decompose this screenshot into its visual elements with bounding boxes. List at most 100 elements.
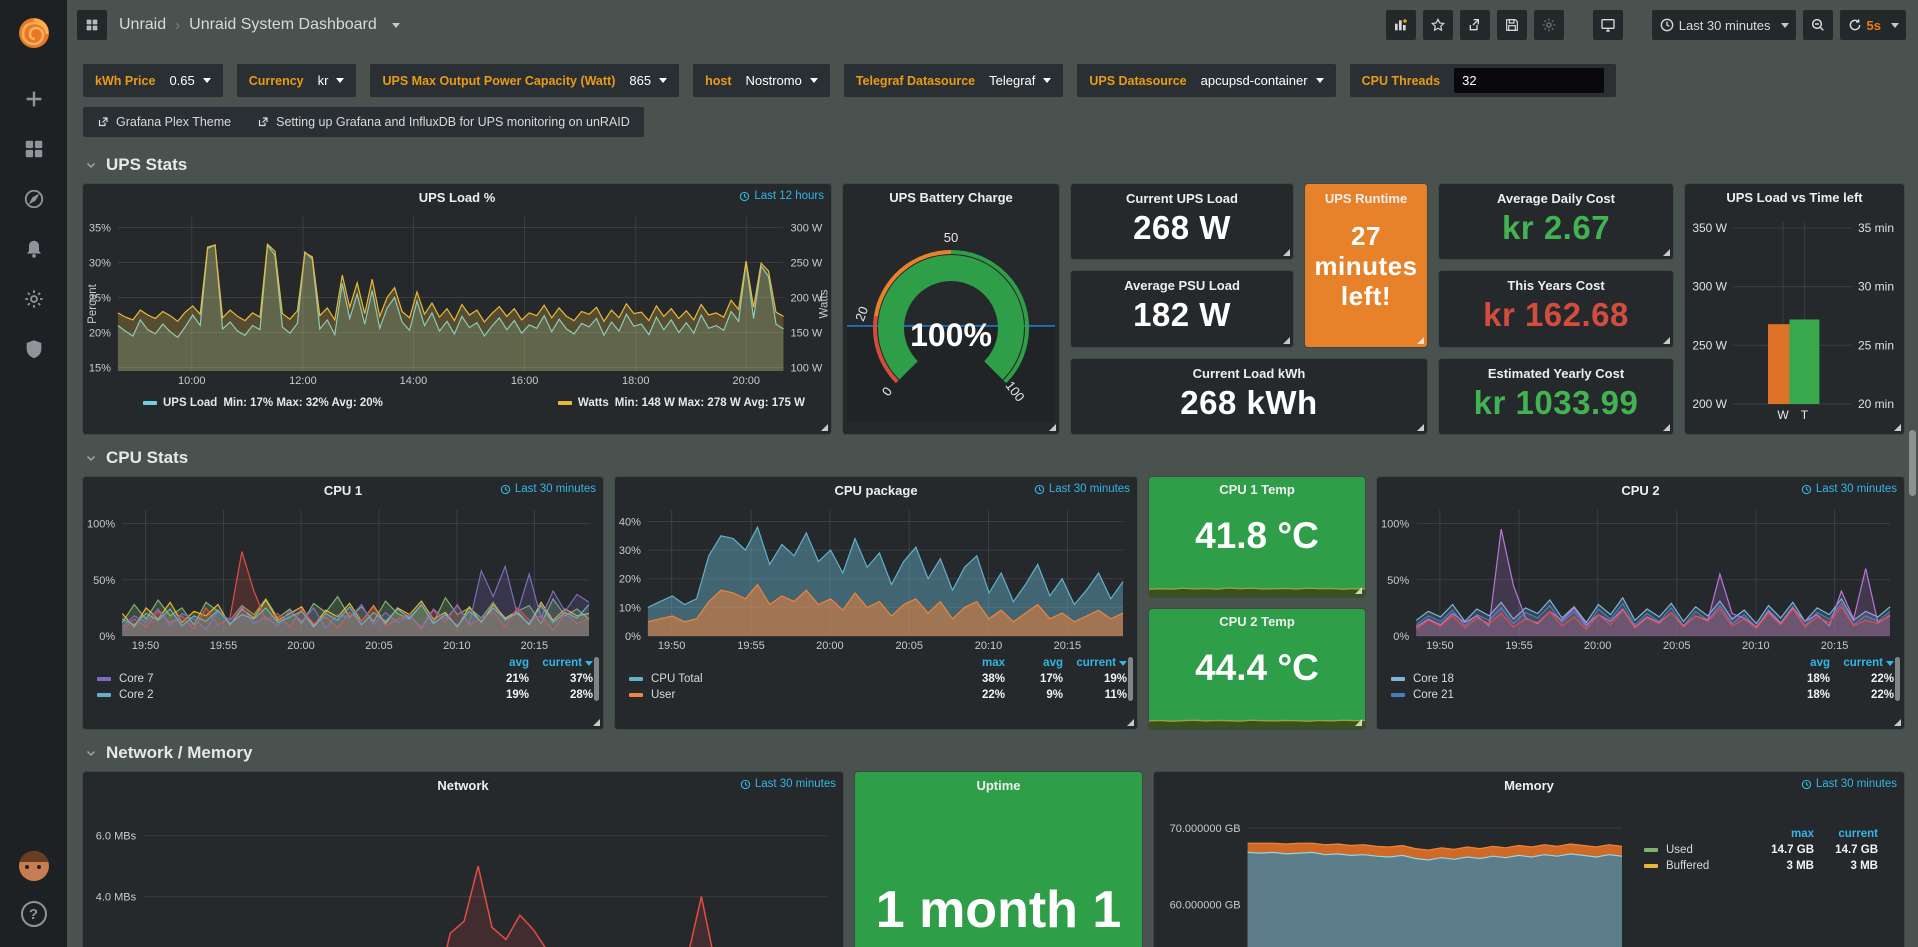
panel-title[interactable]: Estimated Yearly Cost xyxy=(1488,366,1624,381)
legend-series[interactable]: Core 2 xyxy=(97,689,471,701)
svg-text:100 W: 100 W xyxy=(791,363,823,375)
panel-time-override[interactable]: Last 30 minutes xyxy=(1801,778,1897,790)
panel-ups-runtime: UPS Runtime 27 minutes left! xyxy=(1305,184,1427,347)
legend-series[interactable]: Core 7 xyxy=(97,673,471,685)
section-header-network-memory[interactable]: Network / Memory xyxy=(85,743,1904,763)
create-plus-icon[interactable] xyxy=(14,79,54,119)
panel-time-override[interactable]: Last 30 minutes xyxy=(1801,483,1897,495)
panel-title[interactable]: This Years Cost xyxy=(1507,278,1604,293)
legend-col-avg[interactable]: avg xyxy=(1005,657,1063,669)
legend-col-current[interactable]: current xyxy=(1814,828,1878,840)
stat-value: 41.8 °C xyxy=(1149,515,1365,557)
link-ups-monitoring-guide[interactable]: Setting up Grafana and InfluxDB for UPS … xyxy=(257,115,630,129)
panel-title[interactable]: CPU package xyxy=(834,483,917,498)
panel-title[interactable]: UPS Load % xyxy=(419,190,496,205)
cpu-package-chart[interactable]: 19:5019:5520:0020:0520:1020:1540%30%20%1… xyxy=(617,505,1131,653)
legend-col-current[interactable]: current xyxy=(1830,657,1894,669)
admin-shield-icon[interactable] xyxy=(14,329,54,369)
legend-scrollbar[interactable] xyxy=(594,657,599,701)
legend-col-current[interactable]: current xyxy=(1063,657,1127,669)
zoom-out-button[interactable] xyxy=(1803,10,1833,40)
add-panel-button[interactable] xyxy=(1386,10,1416,40)
load-vs-time-bar-chart[interactable]: 350 W35 min300 W30 min250 W25 min200 W20… xyxy=(1687,212,1902,424)
cpu2-chart[interactable]: 19:5019:5520:0020:0520:1020:15100%50%0% xyxy=(1379,505,1898,653)
legend-col-avg[interactable]: avg xyxy=(1772,657,1830,669)
user-avatar[interactable] xyxy=(19,851,49,881)
dashboard-settings-button[interactable] xyxy=(1534,10,1564,40)
panel-title[interactable]: Memory xyxy=(1504,778,1554,793)
legend-col-avg[interactable]: avg xyxy=(471,657,529,669)
cycle-view-monitor-button[interactable] xyxy=(1593,10,1623,40)
dashboard-icon[interactable] xyxy=(77,10,107,40)
legend-col-max[interactable]: max xyxy=(947,657,1005,669)
svg-text:0%: 0% xyxy=(99,631,115,643)
panel-title[interactable]: Current Load kWh xyxy=(1193,366,1306,381)
panel-time-override[interactable]: Last 30 minutes xyxy=(500,483,596,495)
explore-compass-icon[interactable] xyxy=(14,179,54,219)
legend-col-max[interactable]: max xyxy=(1756,828,1814,840)
legend-series[interactable]: CPU Total xyxy=(629,673,947,685)
legend-item-ups-load[interactable]: UPS Load Min: 17% Max: 32% Avg: 20% xyxy=(143,397,383,409)
section-header-ups-stats[interactable]: UPS Stats xyxy=(85,155,1904,175)
svg-text:25 min: 25 min xyxy=(1858,338,1894,352)
panel-title[interactable]: CPU 1 xyxy=(324,483,362,498)
panel-time-override[interactable]: Last 30 minutes xyxy=(1034,483,1130,495)
grafana-logo-icon[interactable] xyxy=(14,12,54,52)
variable-ups-max-power[interactable]: UPS Max Output Power Capacity (Watt) 865 xyxy=(370,64,679,97)
legend-series[interactable]: Used xyxy=(1644,844,1756,856)
variable-kwh-price[interactable]: kWh Price 0.65 xyxy=(83,64,223,97)
battery-charge-gauge[interactable]: 02050100100% xyxy=(843,212,1059,428)
panel-title[interactable]: Network xyxy=(437,778,488,793)
memory-chart[interactable]: 70.000000 GB60.000000 GB50.000000 GB xyxy=(1160,800,1630,947)
ups-stats-row: UPS Load % Last 12 hours Percent Watts 1… xyxy=(83,184,1904,434)
save-button[interactable] xyxy=(1497,10,1527,40)
alerting-bell-icon[interactable] xyxy=(14,229,54,269)
legend-item-watts[interactable]: Watts Min: 148 W Max: 278 W Avg: 175 W xyxy=(558,397,805,409)
panel-title[interactable]: UPS Battery Charge xyxy=(889,190,1013,205)
link-grafana-plex-theme[interactable]: Grafana Plex Theme xyxy=(97,115,231,129)
ups-load-chart[interactable]: Percent Watts 10:0012:0014:0016:0018:002… xyxy=(87,212,827,388)
cpu-threads-input[interactable] xyxy=(1454,68,1604,93)
svg-text:20:15: 20:15 xyxy=(521,640,549,652)
panel-title[interactable]: Current UPS Load xyxy=(1126,191,1238,206)
panel-time-override[interactable]: Last 30 minutes xyxy=(740,778,836,790)
page-scrollbar[interactable] xyxy=(1909,430,1916,496)
legend-scrollbar[interactable] xyxy=(1895,657,1900,701)
chevron-down-icon[interactable] xyxy=(392,23,400,28)
section-header-cpu-stats[interactable]: CPU Stats xyxy=(85,448,1904,468)
panel-title[interactable]: CPU 1 Temp xyxy=(1219,482,1295,497)
dashboards-grid-icon[interactable] xyxy=(14,129,54,169)
help-icon[interactable]: ? xyxy=(14,894,54,934)
legend-series[interactable]: Buffered xyxy=(1644,860,1756,872)
panel-title[interactable]: UPS Load vs Time left xyxy=(1726,190,1862,205)
legend-series[interactable]: Core 18 xyxy=(1391,673,1772,685)
breadcrumb-folder[interactable]: Unraid xyxy=(119,16,166,34)
variable-currency[interactable]: Currency kr xyxy=(237,64,357,97)
refresh-button[interactable]: 5s xyxy=(1840,10,1906,40)
time-range-picker[interactable]: Last 30 minutes xyxy=(1652,10,1796,40)
network-chart[interactable]: 6.0 MBs4.0 MBs2.0 MBs xyxy=(87,800,835,947)
variable-ups-datasource[interactable]: UPS Datasource apcupsd-container xyxy=(1077,64,1335,97)
panel-title[interactable]: CPU 2 Temp xyxy=(1219,614,1295,629)
panel-title[interactable]: CPU 2 xyxy=(1621,483,1659,498)
legend-scrollbar[interactable] xyxy=(1128,657,1133,701)
panel-title[interactable]: Uptime xyxy=(976,778,1020,793)
share-button[interactable] xyxy=(1460,10,1490,40)
caret-down-icon xyxy=(336,78,344,83)
configuration-gear-icon[interactable] xyxy=(14,279,54,319)
sidebar: ? xyxy=(0,0,67,947)
legend-col-current[interactable]: current xyxy=(529,657,593,669)
variable-host[interactable]: host Nostromo xyxy=(693,64,830,97)
panel-title[interactable]: Average Daily Cost xyxy=(1497,191,1615,206)
variable-label: UPS Max Output Power Capacity (Watt) xyxy=(382,74,615,88)
panel-time-override[interactable]: Last 12 hours xyxy=(739,190,824,202)
svg-text:W: W xyxy=(1777,408,1789,422)
cpu1-chart[interactable]: 19:5019:5520:0020:0520:1020:15100%50%0% xyxy=(85,505,597,653)
legend-series[interactable]: Core 21 xyxy=(1391,689,1772,701)
star-button[interactable] xyxy=(1423,10,1453,40)
panel-title[interactable]: Average PSU Load xyxy=(1124,278,1240,293)
variable-telegraf-datasource[interactable]: Telegraf Datasource Telegraf xyxy=(844,64,1064,97)
breadcrumb-dashboard-title[interactable]: Unraid System Dashboard xyxy=(189,16,377,34)
panel-title[interactable]: UPS Runtime xyxy=(1325,191,1407,206)
legend-series[interactable]: User xyxy=(629,689,947,701)
